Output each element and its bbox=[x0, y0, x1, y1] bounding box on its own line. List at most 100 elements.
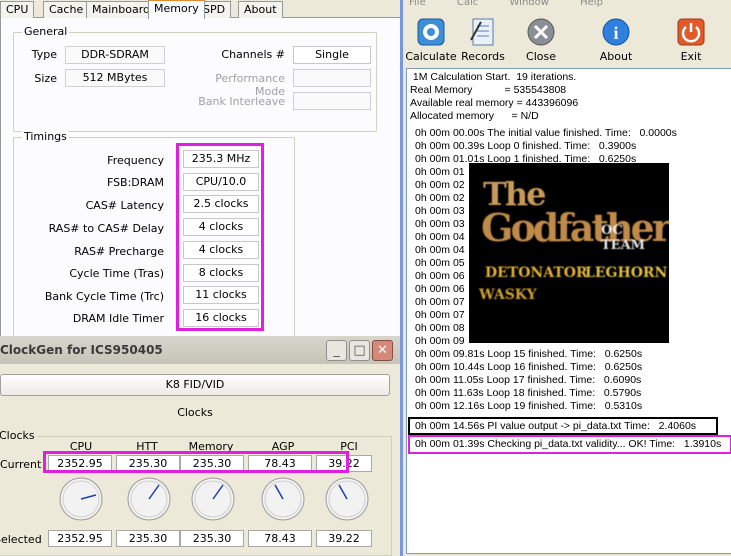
timings-group-title: Timings bbox=[22, 130, 69, 143]
log-loop-line: 0h 00m 00.39s Loop 0 finished. Time: 0.3… bbox=[415, 140, 637, 152]
log-loop-line: 0h 00m 06 bbox=[415, 270, 465, 282]
general-group-title: General bbox=[22, 25, 70, 38]
close-icon bbox=[527, 18, 555, 46]
log-loop-line: 0h 00m 00.00s The initial value finished… bbox=[415, 127, 677, 139]
timing-label-trc: Bank Cycle Time (Trc) bbox=[44, 290, 164, 303]
banner-wasky: WASKY bbox=[479, 287, 537, 303]
selected-agp-value[interactable]: 78.43 bbox=[248, 530, 312, 547]
bank-interleave-label: Bank Interleave bbox=[198, 95, 285, 108]
log-loop-line: 0h 00m 03 bbox=[415, 205, 465, 217]
minimize-button[interactable]: _ bbox=[326, 340, 347, 361]
info-icon: i bbox=[602, 18, 630, 46]
cpuz-window: CPU Cache Mainboard Memory SPD About Gen… bbox=[0, 0, 400, 342]
window-close-icon: ✕ bbox=[377, 343, 388, 358]
close-button[interactable]: Close bbox=[511, 14, 571, 66]
timing-label-frequency: Frequency bbox=[107, 154, 164, 167]
godfather-oc-team-banner: The Godfather OC TEAM DETONATOR LEGHORN … bbox=[469, 163, 669, 343]
timing-label-dram-idle: DRAM Idle Timer bbox=[72, 312, 164, 325]
clocks-button[interactable]: Clocks bbox=[0, 402, 390, 424]
channels-value: Single bbox=[293, 46, 371, 64]
log-loop-line: 0h 00m 03 bbox=[415, 218, 465, 230]
banner-detonator: DETONATOR bbox=[485, 265, 588, 281]
timing-label-ras-to-cas: RAS# to CAS# Delay bbox=[48, 222, 164, 235]
log-loop-line: 0h 00m 08 bbox=[415, 322, 465, 334]
selected-cpu-value[interactable]: 2352.95 bbox=[48, 530, 112, 547]
log-loop-line: 0h 00m 11.05s Loop 17 finished. Time: 0.… bbox=[415, 374, 642, 386]
superpi-window: File Calc Window Help Calculate Records bbox=[400, 0, 731, 556]
current-clocks-highlight bbox=[43, 451, 349, 473]
close-label: Close bbox=[526, 50, 556, 63]
selected-pci-value[interactable]: 39.22 bbox=[316, 530, 372, 547]
maximize-icon: □ bbox=[353, 343, 366, 358]
superpi-toolbar: Calculate Records Close i About Exit bbox=[403, 12, 731, 66]
maximize-button[interactable]: □ bbox=[349, 340, 370, 361]
channels-label: Channels # bbox=[221, 48, 285, 61]
log-header-line: Real Memory = 535543808 bbox=[410, 84, 567, 96]
clockgen-window: ClockGen for ICS950405 _ □ ✕ K8 FID/VID … bbox=[0, 336, 400, 556]
superpi-menubar: File Calc Window Help bbox=[403, 0, 731, 12]
timing-label-ras-precharge: RAS# Precharge bbox=[74, 245, 164, 258]
log-loop-line: 0h 00m 09 bbox=[415, 335, 465, 347]
clockgen-title: ClockGen for ICS950405 bbox=[0, 343, 163, 357]
tab-memory[interactable]: Memory bbox=[148, 0, 205, 19]
log-loop-line: 0h 00m 07 bbox=[415, 309, 465, 321]
current-row-label: Current bbox=[0, 458, 42, 471]
minimize-icon: _ bbox=[333, 343, 340, 358]
records-icon bbox=[470, 18, 494, 46]
tab-cpu[interactable]: CPU bbox=[0, 1, 35, 18]
log-loop-line: 0h 00m 11.63s Loop 18 finished. Time: 0.… bbox=[415, 387, 642, 399]
calculate-label: Calculate bbox=[405, 50, 457, 63]
log-loop-line: 0h 00m 05 bbox=[415, 257, 465, 269]
log-header-line: 1M Calculation Start. 19 iterations. bbox=[410, 71, 577, 83]
log-loop-line: 0h 00m 07 bbox=[415, 296, 465, 308]
cpu-dial-knob[interactable] bbox=[58, 476, 104, 522]
menu-file[interactable]: File bbox=[409, 0, 426, 8]
type-label: Type bbox=[31, 48, 57, 61]
selected-row-label: Selected bbox=[0, 533, 42, 546]
size-label: Size bbox=[34, 72, 57, 85]
timing-label-fsb-dram: FSB:DRAM bbox=[106, 176, 164, 189]
selected-memory-value[interactable]: 235.30 bbox=[180, 530, 244, 547]
records-label: Records bbox=[461, 50, 505, 63]
log-loop-line: 0h 00m 06 bbox=[415, 283, 465, 295]
log-loop-line: 0h 00m 09.81s Loop 15 finished. Time: 0.… bbox=[415, 348, 643, 360]
log-header-line: Available real memory = 443396096 bbox=[410, 97, 579, 109]
power-icon bbox=[677, 18, 705, 46]
tab-mainboard[interactable]: Mainboard bbox=[86, 1, 157, 18]
records-button[interactable]: Records bbox=[453, 14, 513, 66]
clockgen-titlebar[interactable]: ClockGen for ICS950405 _ □ ✕ bbox=[0, 336, 400, 364]
tab-cache[interactable]: Cache bbox=[43, 1, 90, 18]
log-loop-line: 0h 00m 04 bbox=[415, 244, 465, 256]
memory-dial-knob[interactable] bbox=[190, 476, 236, 522]
banner-leghorn: LEGHORN bbox=[585, 265, 668, 281]
menu-window[interactable]: Window bbox=[510, 0, 549, 8]
calculation-log: 1M Calculation Start. 19 iterations. Rea… bbox=[406, 68, 731, 554]
window-close-button[interactable]: ✕ bbox=[372, 340, 393, 361]
log-loop-line: 0h 00m 04 bbox=[415, 231, 465, 243]
calculate-icon bbox=[417, 18, 445, 46]
agp-dial-knob[interactable] bbox=[260, 476, 306, 522]
size-value: 512 MBytes bbox=[65, 69, 165, 87]
exit-button[interactable]: Exit bbox=[661, 14, 721, 66]
menu-help[interactable]: Help bbox=[580, 0, 603, 8]
clocks-group-title: Clocks bbox=[0, 429, 37, 442]
selected-htt-value[interactable]: 235.30 bbox=[116, 530, 180, 547]
type-value: DDR-SDRAM bbox=[65, 46, 165, 64]
menu-calc[interactable]: Calc bbox=[457, 0, 478, 8]
calculate-button[interactable]: Calculate bbox=[401, 14, 461, 66]
log-loop-line: 0h 00m 12.16s Loop 19 finished. Time: 0.… bbox=[415, 400, 643, 412]
timing-label-cas-latency: CAS# Latency bbox=[85, 199, 164, 212]
htt-dial-knob[interactable] bbox=[126, 476, 172, 522]
log-loop-line: 0h 00m 10.44s Loop 16 finished. Time: 0.… bbox=[415, 361, 643, 373]
about-button[interactable]: i About bbox=[586, 14, 646, 66]
log-header-line: Allocated memory = N/D bbox=[410, 110, 539, 122]
log-loop-line: 0h 00m 02 bbox=[415, 192, 465, 204]
svg-text:i: i bbox=[613, 23, 618, 43]
log-loop-line: 0h 00m 01 bbox=[415, 166, 465, 178]
k8-fid-vid-button[interactable]: K8 FID/VID bbox=[0, 374, 390, 396]
pci-dial-knob[interactable] bbox=[324, 476, 370, 522]
pi-output-line: 0h 00m 14.56s PI value output -> pi_data… bbox=[415, 420, 697, 432]
exit-label: Exit bbox=[680, 50, 702, 63]
tab-about[interactable]: About bbox=[238, 1, 283, 18]
cpuz-tabbar: CPU Cache Mainboard Memory SPD About bbox=[0, 0, 400, 19]
